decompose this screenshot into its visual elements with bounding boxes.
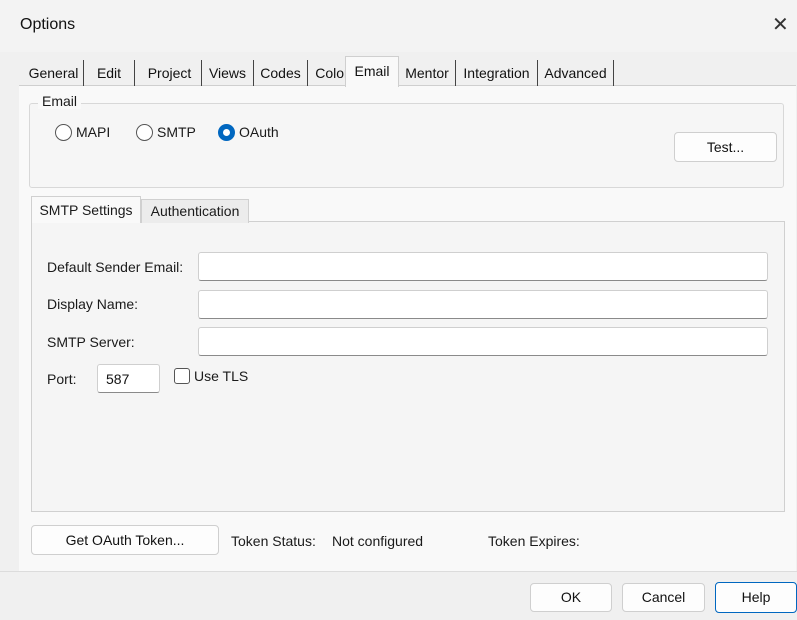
token-status-value: Not configured bbox=[332, 533, 424, 549]
smtp-server-input[interactable] bbox=[198, 327, 768, 356]
token-expires-label: Token Expires: bbox=[488, 533, 580, 549]
radio-checked-icon bbox=[218, 123, 235, 141]
radio-label: OAuth bbox=[239, 124, 279, 140]
radio-oauth[interactable]: OAuth bbox=[218, 122, 279, 142]
tab-mentor[interactable]: Mentor bbox=[399, 60, 456, 86]
sender-email-input[interactable] bbox=[198, 252, 768, 281]
port-input[interactable] bbox=[97, 364, 160, 393]
use-tls-label[interactable]: Use TLS bbox=[194, 368, 248, 384]
close-icon[interactable]: ✕ bbox=[772, 12, 789, 37]
radio-label: MAPI bbox=[76, 124, 111, 140]
get-oauth-token-button[interactable]: Get OAuth Token... bbox=[31, 525, 219, 555]
token-status-label: Token Status: bbox=[231, 533, 316, 549]
email-group-label: Email bbox=[38, 93, 82, 109]
radio-smtp[interactable]: SMTP bbox=[136, 122, 196, 142]
tab-advanced[interactable]: Advanced bbox=[538, 60, 614, 86]
tab-smtp-settings[interactable]: SMTP Settings bbox=[31, 196, 141, 223]
tab-general[interactable]: General bbox=[24, 60, 84, 86]
radio-circle-icon bbox=[55, 123, 72, 141]
tab-authentication[interactable]: Authentication bbox=[141, 199, 249, 223]
ok-button[interactable]: OK bbox=[530, 583, 612, 612]
title-bar bbox=[0, 0, 797, 52]
help-button[interactable]: Help bbox=[715, 582, 797, 613]
sender-email-label: Default Sender Email: bbox=[47, 259, 184, 275]
tab-integration[interactable]: Integration bbox=[456, 60, 538, 86]
tab-email[interactable]: Email bbox=[345, 56, 399, 87]
port-label: Port: bbox=[47, 371, 77, 387]
tab-project[interactable]: Project bbox=[138, 60, 202, 86]
smtp-server-label: SMTP Server: bbox=[47, 334, 135, 350]
cancel-button[interactable]: Cancel bbox=[622, 583, 705, 612]
window-title: Options bbox=[20, 16, 76, 33]
tab-views[interactable]: Views bbox=[202, 60, 254, 86]
tab-edit[interactable]: Edit bbox=[84, 60, 135, 86]
radio-circle-icon bbox=[136, 123, 153, 141]
email-groupbox bbox=[29, 103, 784, 188]
radio-label: SMTP bbox=[157, 124, 196, 140]
display-name-input[interactable] bbox=[198, 290, 768, 319]
test-button[interactable]: Test... bbox=[674, 132, 777, 162]
radio-mapi[interactable]: MAPI bbox=[55, 122, 110, 142]
tab-codes[interactable]: Codes bbox=[254, 60, 308, 86]
use-tls-checkbox[interactable] bbox=[174, 368, 190, 384]
display-name-label: Display Name: bbox=[47, 296, 139, 312]
